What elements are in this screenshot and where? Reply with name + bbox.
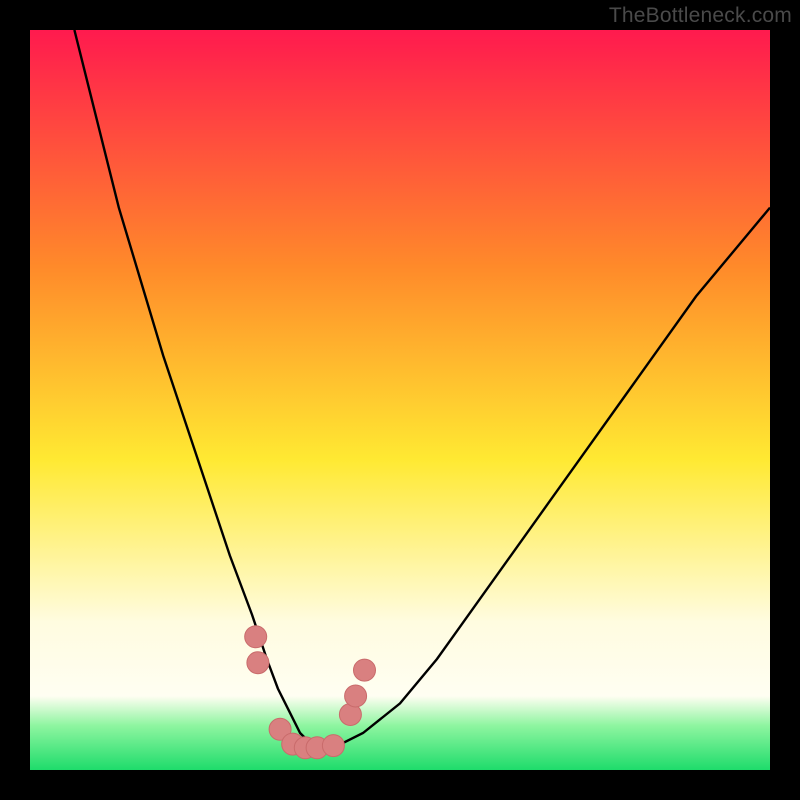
highlight-marker [345,685,367,707]
gradient-background [30,30,770,770]
highlight-marker [247,652,269,674]
highlight-marker [354,659,376,681]
highlight-marker [245,626,267,648]
bottleneck-chart [30,30,770,770]
highlight-marker [322,735,344,757]
watermark-text: TheBottleneck.com [609,4,792,28]
chart-frame: TheBottleneck.com [0,0,800,800]
plot-area [30,30,770,770]
